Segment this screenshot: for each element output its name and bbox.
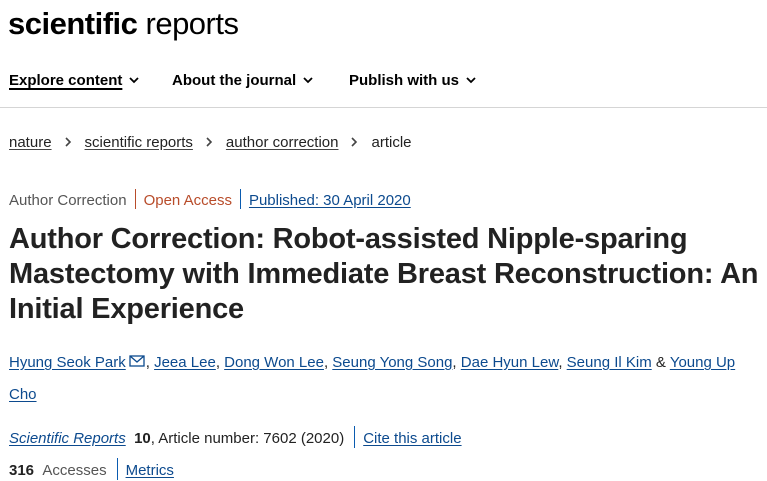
author-link[interactable]: Seung Il Kim [567,354,652,371]
access-count: 316 [9,462,35,479]
author-separator: & [655,354,666,371]
nav-publish-with-us[interactable]: Publish with us [349,70,477,92]
open-access-badge: Open Access [143,192,232,209]
author-list: Hyung Seok Park, Jeea Lee, Dong Won Lee,… [9,347,761,411]
breadcrumb: nature scientific reports author correctio… [9,133,412,153]
author-separator: , [145,354,150,371]
author-separator: , [323,354,329,371]
author-link[interactable]: Hyung Seok Park [9,354,126,371]
author-separator: , [215,354,220,371]
site-logo[interactable]: scientific reports [8,4,239,44]
chevron-right-icon [64,137,72,147]
author-separator: , [452,354,457,371]
divider [354,426,356,448]
article-type: Author Correction [9,192,127,209]
breadcrumb-current: article [371,134,412,151]
article-meta: Author Correction Open Access Published: 3… [9,189,411,209]
email-icon[interactable] [129,355,145,367]
nav-about-the-journal[interactable]: About the journal [172,70,314,92]
divider [134,189,136,209]
chevron-down-icon [465,74,477,86]
breadcrumb-scientific-reports[interactable]: scientific reports [85,134,193,151]
chevron-right-icon [350,137,358,147]
main-nav: Explore content About the journal Publis… [0,55,767,108]
article-metrics: 316 Accesses Metrics [9,458,174,480]
metrics-link[interactable]: Metrics [126,462,174,479]
chevron-down-icon [128,74,140,86]
access-label: Accesses [42,462,107,479]
nav-item-label: Publish with us [349,72,460,89]
volume: 10 [134,430,151,447]
chevron-right-icon [205,137,213,147]
author-link[interactable]: Dae Hyun Lew [461,354,559,371]
author-link[interactable]: Jeea Lee [154,354,216,371]
logo-bold: scientific [8,6,138,41]
masthead: scientific reports [0,0,767,50]
article-title: Author Correction: Robot-assisted Nipple… [9,223,759,325]
author-link[interactable]: Seung Yong Song [332,354,452,371]
divider [239,189,241,209]
journal-link[interactable]: Scientific Reports [9,430,126,447]
chevron-down-icon [302,74,314,86]
divider [116,458,118,480]
nav-explore-content[interactable]: Explore content [9,70,140,92]
author-separator: , [558,354,563,371]
cite-this-article-link[interactable]: Cite this article [363,430,461,447]
nav-item-label: Explore content [9,72,123,89]
breadcrumb-author-correction[interactable]: author correction [226,134,339,151]
citation: Scientific Reports 10, Article number: 7… [9,426,462,448]
breadcrumb-nature[interactable]: nature [9,134,52,151]
nav-item-label: About the journal [172,72,297,89]
author-link[interactable]: Dong Won Lee [224,354,324,371]
published-date-link[interactable]: Published: 30 April 2020 [249,192,411,209]
article-number: , Article number: 7602 (2020) [150,430,345,447]
logo-thin: reports [137,6,240,41]
